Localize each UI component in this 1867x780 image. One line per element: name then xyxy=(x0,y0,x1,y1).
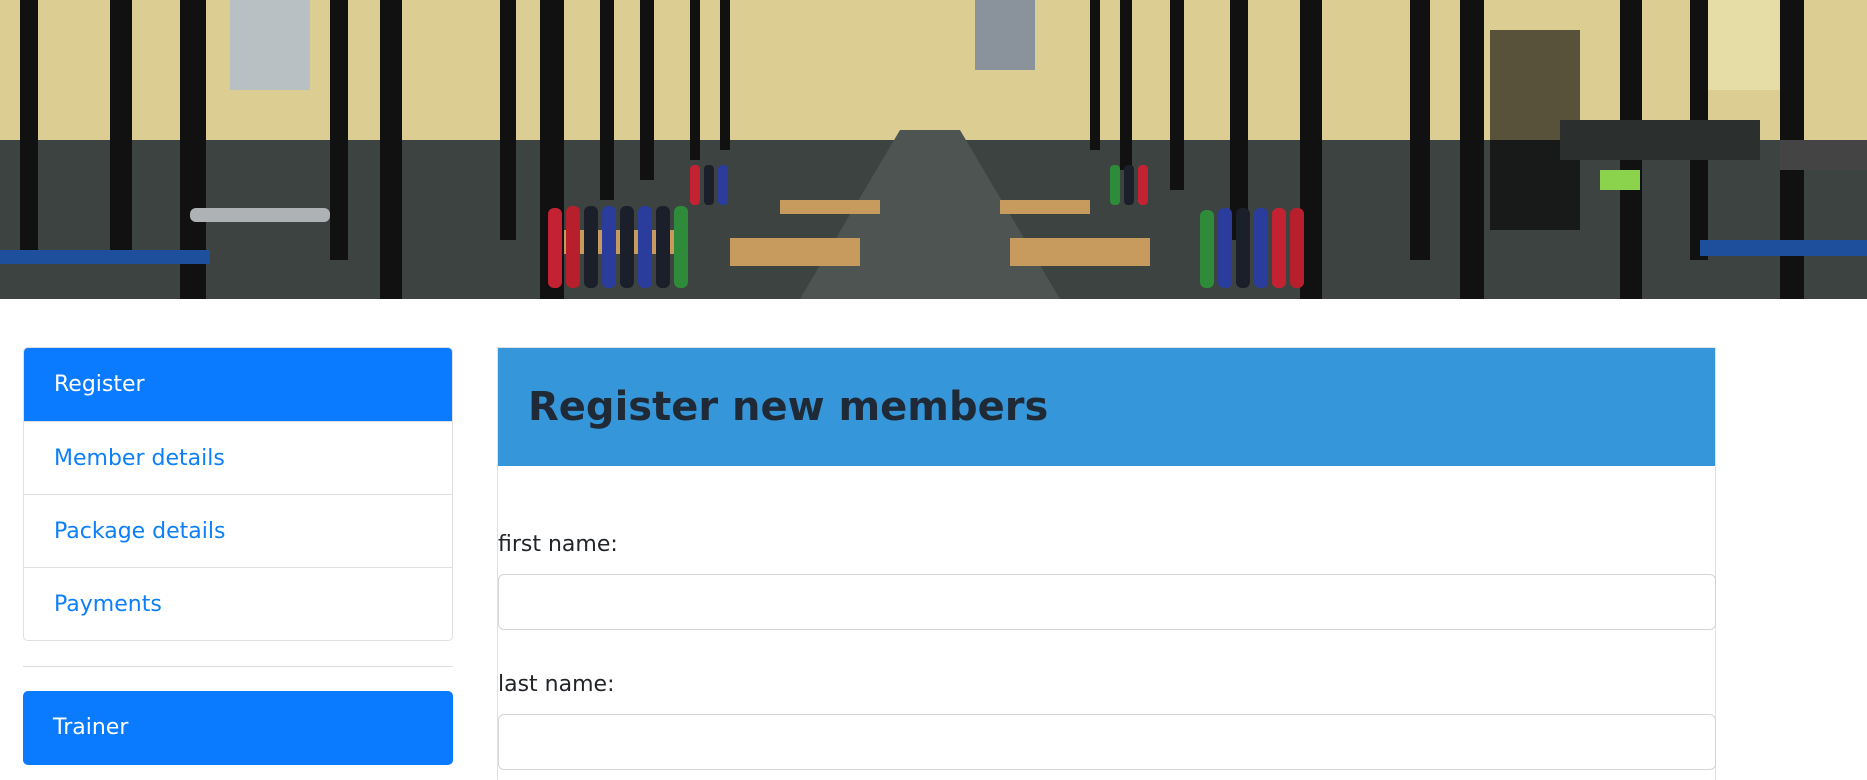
sidebar-item-register[interactable]: Register xyxy=(24,348,452,421)
sidebar-menu: Register Member details Package details … xyxy=(23,347,453,641)
trainer-button[interactable]: Trainer xyxy=(23,691,453,765)
first-name-input[interactable] xyxy=(498,574,1716,630)
last-name-input[interactable] xyxy=(498,714,1716,770)
sidebar-item-member-details[interactable]: Member details xyxy=(24,421,452,494)
sidebar-divider xyxy=(23,666,453,667)
sidebar: Register Member details Package details … xyxy=(23,347,453,765)
sidebar-item-package-details[interactable]: Package details xyxy=(24,494,452,567)
gym-banner-image xyxy=(0,0,1867,299)
first-name-label: first name: xyxy=(498,532,618,557)
last-name-label: last name: xyxy=(498,672,615,697)
page-title: Register new members xyxy=(528,384,1049,430)
sidebar-item-payments[interactable]: Payments xyxy=(24,567,452,640)
panel-header: Register new members xyxy=(498,348,1715,466)
